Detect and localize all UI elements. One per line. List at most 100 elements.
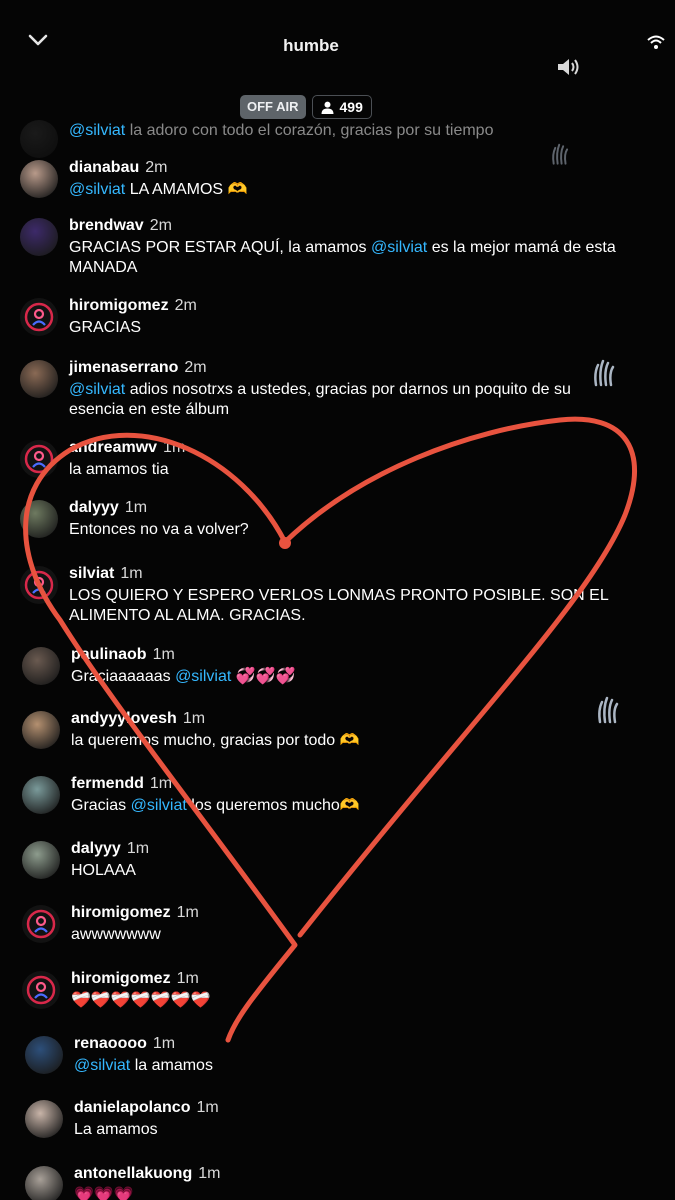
- mention-link[interactable]: @silviat: [371, 239, 427, 256]
- default-avatar-icon: [24, 302, 54, 332]
- mention-link[interactable]: @silviat: [74, 1057, 130, 1074]
- comment-text: la queremos mucho, gracias por todo 🫶: [71, 731, 611, 751]
- comment-row[interactable]: fermendd 1m Gracias @silviat los queremos …: [22, 774, 611, 816]
- comment-username[interactable]: dalyyy: [69, 499, 119, 516]
- avatar[interactable]: [22, 971, 60, 1009]
- comment-text-segment: 💞💞💞: [231, 668, 296, 685]
- comment-text-segment: Entonces no va a volver?: [69, 521, 249, 538]
- avatar[interactable]: [25, 1166, 63, 1200]
- comment-row[interactable]: hiromigomez 1m ❤️‍🩹❤️‍🩹❤️‍🩹❤️‍🩹❤️‍🩹❤️‍🩹❤️‍…: [22, 969, 611, 1011]
- avatar[interactable]: [22, 841, 60, 879]
- mention-link[interactable]: @silviat: [69, 181, 125, 198]
- avatar[interactable]: [20, 160, 58, 198]
- comment-text-segment: GRACIAS POR ESTAR AQUÍ, la amamos: [69, 239, 371, 256]
- mention-link[interactable]: @silviat: [69, 381, 125, 398]
- comment-username[interactable]: paulinaob: [71, 646, 147, 663]
- avatar[interactable]: [25, 1100, 63, 1138]
- comment-text-segment: Graciaaaaaas: [71, 668, 176, 685]
- comment-username[interactable]: antonellakuong: [74, 1165, 192, 1182]
- mention-link[interactable]: @silviat: [131, 797, 187, 814]
- comment-text-segment: HOLAAA: [71, 862, 136, 879]
- comment-username[interactable]: dianabau: [69, 159, 139, 176]
- comment-username[interactable]: fermendd: [71, 775, 144, 792]
- avatar[interactable]: [20, 440, 58, 478]
- avatar[interactable]: [20, 218, 58, 256]
- comment-username[interactable]: brendwav: [69, 217, 144, 234]
- comment-text-segment: la queremos mucho, gracias por todo 🫶: [71, 732, 360, 749]
- comment-header: hiromigomez 1m: [71, 903, 611, 922]
- comment-username[interactable]: jimenaserrano: [69, 359, 178, 376]
- comment-body: andyyylovesh 1m la queremos mucho, gracias…: [71, 709, 611, 751]
- comment-username[interactable]: hiromigomez: [71, 904, 171, 921]
- comment-text: @silviat adios nosotrxs a ustedes, graci…: [69, 380, 629, 420]
- comment-username[interactable]: hiromigomez: [71, 970, 171, 987]
- comment-header: silviat 1m: [69, 564, 629, 583]
- comment-header: dalyyy 1m: [71, 839, 611, 858]
- avatar[interactable]: [20, 566, 58, 604]
- comment-row[interactable]: paulinaob 1m Graciaaaaaas @silviat 💞💞💞: [22, 645, 611, 687]
- avatar[interactable]: [20, 298, 58, 336]
- comment-username[interactable]: andyyylovesh: [71, 710, 177, 727]
- comment-body: jimenaserrano 2m @silviat adios nosotrxs a…: [69, 358, 629, 420]
- avatar[interactable]: [22, 776, 60, 814]
- comment-header: andreamwv 1m: [69, 438, 609, 457]
- comment-username[interactable]: danielapolanco: [74, 1099, 190, 1116]
- comment-row[interactable]: dalyyy 1m Entonces no va a volver?: [20, 498, 609, 540]
- comment-timestamp: 2m: [184, 359, 207, 376]
- comment-row[interactable]: dalyyy 1m HOLAAA: [22, 839, 611, 881]
- comment-body: hiromigomez 1m ❤️‍🩹❤️‍🩹❤️‍🩹❤️‍🩹❤️‍🩹❤️‍🩹❤️‍…: [71, 969, 611, 1011]
- comment-body: renaoooo 1m @silviat la amamos: [74, 1034, 614, 1076]
- viewer-count-badge[interactable]: 499: [311, 95, 372, 119]
- comment-row[interactable]: andreamwv 1m la amamos tia: [20, 438, 609, 480]
- comment-timestamp: 2m: [149, 217, 172, 234]
- comment-text-segment: la amamos: [130, 1057, 213, 1074]
- comment-row[interactable]: dianabau 2m @silviat LA AMAMOS 🫶: [20, 158, 629, 200]
- comment-text-segment: la amamos tia: [69, 461, 169, 478]
- comment-text: Gracias @silviat los queremos mucho🫶: [71, 796, 611, 816]
- comment-header: fermendd 1m: [71, 774, 611, 793]
- comment-body: hiromigomez 2m GRACIAS: [69, 296, 609, 338]
- avatar[interactable]: [20, 500, 58, 538]
- comment-row[interactable]: jimenaserrano 2m @silviat adios nosotrxs a…: [20, 358, 629, 420]
- comment-text-segment: Gracias: [71, 797, 131, 814]
- comment-row[interactable]: brendwav 2m GRACIAS POR ESTAR AQUÍ, la ama…: [20, 216, 629, 278]
- comment-header: paulinaob 1m: [71, 645, 611, 664]
- default-avatar-icon: [24, 444, 54, 474]
- comment-header: antonellakuong 1m: [74, 1164, 614, 1183]
- comment-username[interactable]: dalyyy: [71, 840, 121, 857]
- mention-link[interactable]: @silviat: [175, 668, 231, 685]
- comment-row[interactable]: renaoooo 1m @silviat la amamos: [25, 1034, 614, 1076]
- off-air-badge: OFF AIR: [240, 95, 306, 119]
- comment-text: @silviat la amamos: [74, 1056, 614, 1076]
- comment-row[interactable]: hiromigomez 1m awwwwwww: [22, 903, 611, 945]
- avatar[interactable]: [25, 1036, 63, 1074]
- speaker-icon[interactable]: [555, 55, 581, 79]
- comment-text-segment: 💗💗💗: [74, 1187, 134, 1200]
- avatar[interactable]: [20, 120, 58, 158]
- comment-body: dalyyy 1m HOLAAA: [71, 839, 611, 881]
- comment-text: la amamos tia: [69, 460, 609, 480]
- comment-header: hiromigomez 2m: [69, 296, 609, 315]
- comment-username[interactable]: hiromigomez: [69, 297, 169, 314]
- comment-text: GRACIAS POR ESTAR AQUÍ, la amamos @silvi…: [69, 238, 629, 278]
- comment-row[interactable]: andyyylovesh 1m la queremos mucho, gracias…: [22, 709, 611, 751]
- comment-row[interactable]: danielapolanco 1m La amamos: [25, 1098, 614, 1140]
- comment-text: @silviat LA AMAMOS 🫶: [69, 180, 629, 200]
- avatar[interactable]: [20, 360, 58, 398]
- comment-username[interactable]: andreamwv: [69, 439, 157, 456]
- comment-feed[interactable]: @silviat la adoro con todo el corazón, g…: [0, 118, 675, 1200]
- avatar[interactable]: [22, 647, 60, 685]
- comment-timestamp: 1m: [198, 1165, 221, 1182]
- comment-row[interactable]: silviat 1m LOS QUIERO Y ESPERO VERLOS LONM…: [20, 564, 629, 626]
- comment-row[interactable]: antonellakuong 1m 💗💗💗: [25, 1164, 614, 1200]
- waving-hand-icon: [552, 143, 569, 165]
- avatar[interactable]: [22, 711, 60, 749]
- comment-username[interactable]: silviat: [69, 565, 114, 582]
- comment-row[interactable]: @silviat la adoro con todo el corazón, g…: [20, 118, 619, 158]
- mention-link[interactable]: @silviat: [69, 122, 125, 139]
- avatar[interactable]: [22, 905, 60, 943]
- comment-timestamp: 1m: [196, 1099, 219, 1116]
- comment-row[interactable]: hiromigomez 2m GRACIAS: [20, 296, 609, 338]
- comment-timestamp: 2m: [174, 297, 197, 314]
- comment-username[interactable]: renaoooo: [74, 1035, 147, 1052]
